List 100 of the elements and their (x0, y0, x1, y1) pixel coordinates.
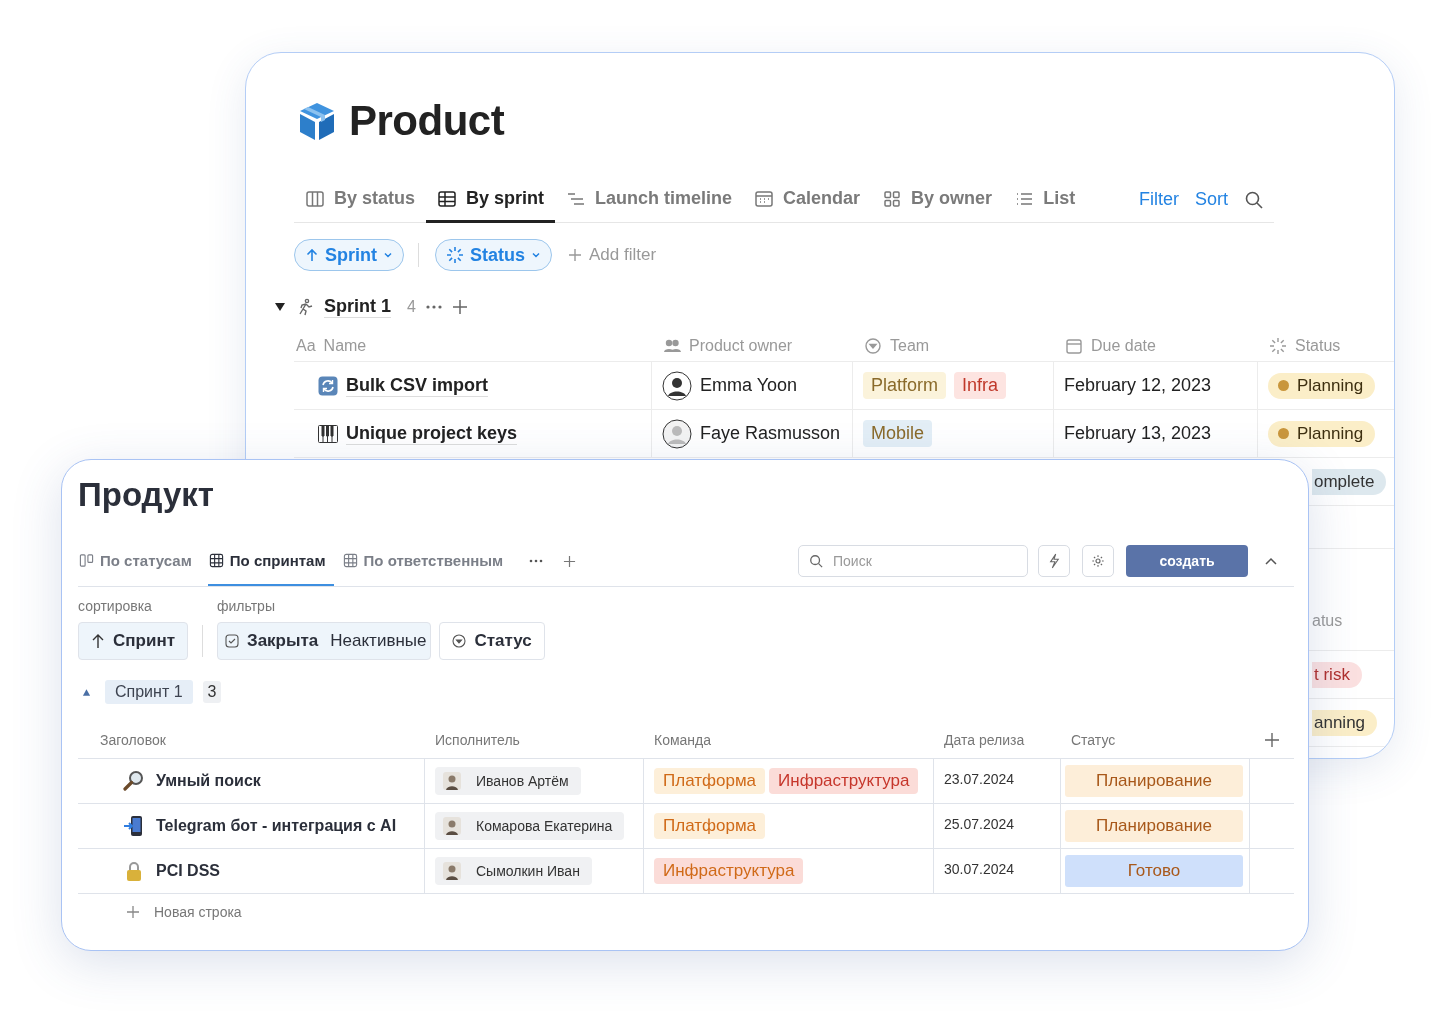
column-header: Status (1295, 337, 1341, 355)
view-tab[interactable]: Calendar (743, 177, 872, 223)
team-tag: Инфраструктура (654, 858, 804, 884)
grid-icon (882, 188, 903, 209)
more-icon[interactable] (425, 305, 442, 309)
team-tag: Инфраструктура (769, 768, 919, 794)
view-tab[interactable]: По спринтам (207, 536, 334, 586)
row-title[interactable]: Unique project keys (346, 422, 518, 445)
column-header: Due date (1091, 337, 1156, 355)
assignee-chip[interactable]: Комарова Екатерина (435, 812, 625, 840)
new-row-button[interactable]: Новая строка (126, 904, 242, 920)
filter-chip[interactable]: Sprint (294, 239, 404, 271)
status-badge: Готово (1065, 855, 1243, 887)
plus-icon[interactable] (451, 299, 468, 315)
row-title[interactable]: PCI DSS (156, 862, 220, 880)
release-date: 23.07.2024 (944, 771, 1015, 787)
group-count: 3 (202, 681, 222, 703)
avatar-icon (443, 862, 461, 880)
page-title: Продукт (78, 476, 215, 514)
row-title[interactable]: Умный поиск (156, 772, 261, 790)
release-date: 30.07.2024 (944, 861, 1015, 877)
toolbar-link[interactable]: Filter (1131, 177, 1187, 222)
assignee-chip[interactable]: Сымолкин Иван (435, 857, 592, 885)
calendar-icon (754, 188, 775, 209)
plus-icon (126, 905, 140, 919)
release-date: 25.07.2024 (944, 816, 1015, 832)
view-tab[interactable]: List (1003, 177, 1087, 223)
magnifier-icon (123, 770, 145, 792)
status-chip[interactable]: Статус (439, 622, 545, 660)
circle-caret-icon (864, 337, 882, 355)
spinner-icon (446, 246, 464, 264)
row-title[interactable]: Telegram бот - интеграция с AI (156, 817, 397, 835)
chevron-up-icon[interactable] (1264, 556, 1278, 566)
team-tag: Mobile (863, 420, 933, 447)
circle-caret-icon (452, 634, 467, 648)
group-count: 4 (407, 298, 416, 316)
status-badge: Планирование (1065, 810, 1243, 842)
group-title[interactable]: Спринт 1 (105, 680, 193, 704)
settings-icon (1091, 554, 1105, 568)
avatar-icon (662, 370, 692, 401)
arrow-up-icon (305, 248, 319, 262)
people-icon (663, 337, 681, 355)
chevron-down-icon (531, 250, 541, 260)
view-tab[interactable]: By owner (871, 177, 1004, 223)
avatar-icon (443, 817, 461, 835)
lightning-icon (1048, 553, 1060, 569)
owner-name: Emma Yoon (700, 375, 798, 396)
table-icon (208, 552, 224, 568)
column-header: Статус (1071, 732, 1116, 748)
column-header: Команда (654, 732, 712, 748)
cube-icon (297, 101, 337, 141)
plus-icon[interactable] (1264, 732, 1280, 748)
toolbar-link[interactable]: Sort (1187, 177, 1236, 222)
view-tab[interactable]: By status (294, 177, 427, 223)
status-pill: t risk (1312, 661, 1362, 688)
view-tab[interactable]: Launch timeline (555, 177, 744, 223)
board-icon (305, 188, 325, 209)
column-header: Name (323, 337, 367, 355)
view-tab[interactable]: По статусам (78, 536, 200, 586)
lightning-button[interactable] (1038, 545, 1070, 577)
spinner-icon (1269, 337, 1287, 355)
status-pill: Planning (1268, 372, 1376, 399)
due-date: February 13, 2023 (1064, 423, 1212, 444)
filter-chip[interactable]: Status (435, 239, 552, 271)
column-header: Заголовок (100, 732, 166, 748)
status-badge: Планирование (1065, 765, 1243, 797)
avatar-icon (662, 418, 692, 449)
create-button[interactable]: создать (1126, 545, 1248, 577)
calendar-icon (1065, 337, 1083, 355)
filter-chip[interactable]: Закрыта Неактивные (217, 622, 432, 660)
triangle-icon[interactable] (274, 301, 286, 313)
page-title: Product (349, 97, 505, 145)
column-header: Product owner (689, 337, 793, 355)
section-label: фильтры (217, 598, 276, 614)
team-tag: Infra (954, 372, 1007, 399)
view-tab[interactable]: By sprint (426, 177, 556, 223)
team-tag: Платформа (654, 768, 766, 794)
team-tag: Platform (863, 372, 947, 399)
text-type-icon: Aa (296, 337, 316, 355)
phone-icon (123, 815, 145, 837)
column-header: atus (1312, 612, 1343, 630)
chevron-down-icon (383, 250, 393, 260)
column-header: Исполнитель (435, 732, 520, 748)
column-header: Дата релиза (944, 732, 1025, 748)
plus-icon (568, 248, 582, 262)
search-field[interactable]: Поиск (798, 545, 1028, 577)
assignee-chip[interactable]: Иванов Артём (435, 767, 581, 795)
table-icon (342, 552, 358, 568)
status-pill: Planning (1268, 420, 1376, 447)
piano-icon (318, 424, 338, 443)
search-icon[interactable] (1244, 189, 1264, 210)
owner-name: Faye Rasmusson (700, 423, 841, 444)
view-tab[interactable]: По ответственным (341, 536, 512, 586)
plus-icon[interactable] (563, 554, 577, 568)
status-pill: anning (1312, 709, 1378, 736)
more-icon[interactable] (529, 559, 544, 563)
section-label: сортировка (78, 598, 153, 614)
sort-chip[interactable]: Спринт (78, 622, 188, 660)
row-title[interactable]: Bulk CSV import (346, 374, 488, 397)
group-title[interactable]: Sprint 1 (324, 296, 391, 318)
